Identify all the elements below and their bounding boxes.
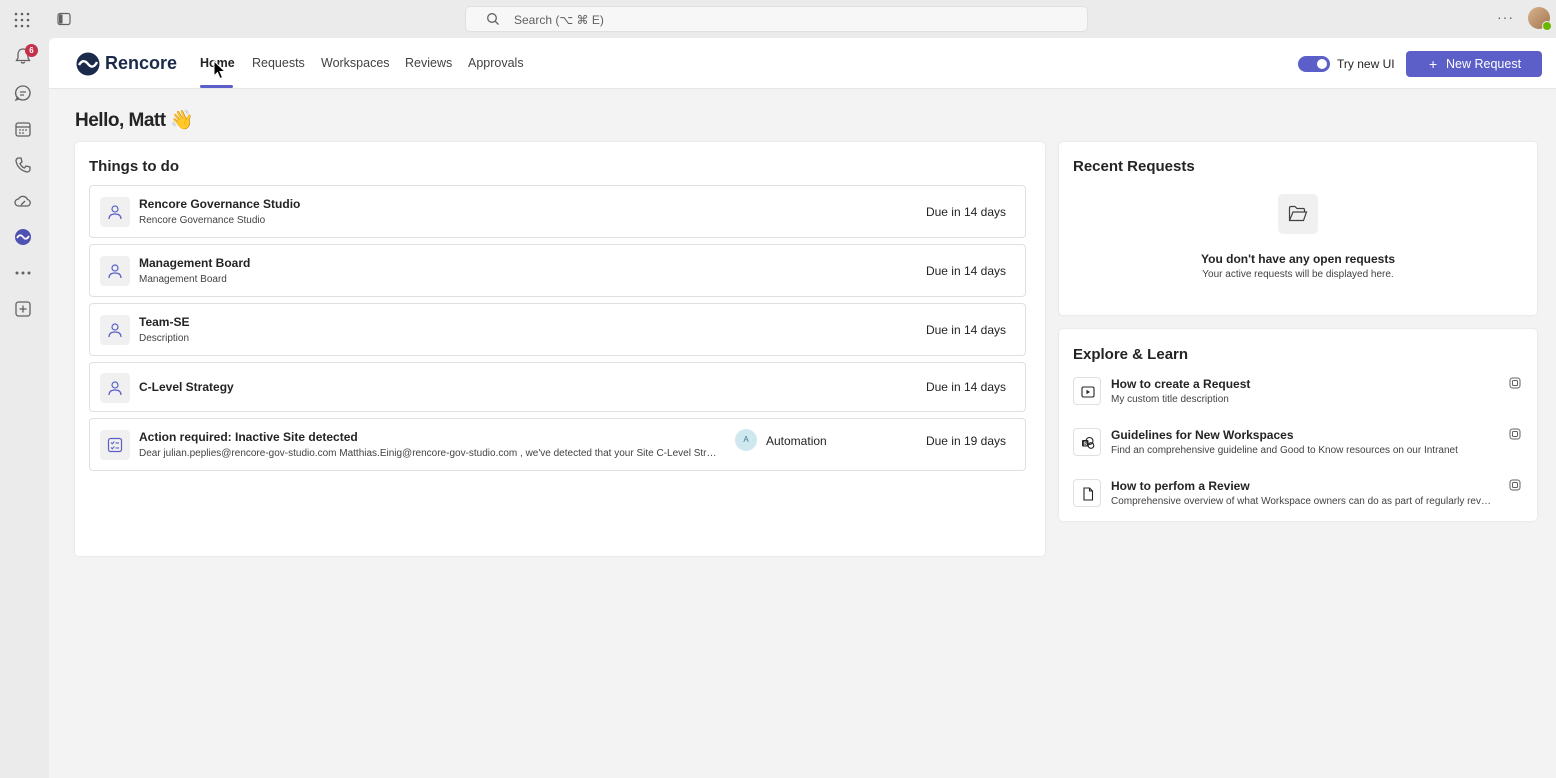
app-rail	[0, 38, 49, 778]
learn-item[interactable]: How to create a Request My custom title …	[1073, 377, 1521, 417]
recent-requests-card: Recent Requests You don't have any open …	[1059, 142, 1537, 315]
todo-item-description: Description	[139, 333, 190, 344]
learn-item-description: My custom title description	[1111, 394, 1229, 405]
add-app-icon[interactable]	[13, 299, 33, 319]
folder-open-icon	[1278, 194, 1318, 234]
toggle-knob	[1317, 59, 1327, 69]
search-placeholder: Search (⌥ ⌘ E)	[514, 13, 604, 27]
user-avatar[interactable]	[1528, 7, 1552, 31]
svg-text:S: S	[1083, 441, 1087, 447]
empty-state-subtitle: Your active requests will be displayed h…	[1202, 269, 1394, 280]
new-request-label: New Request	[1446, 57, 1522, 71]
todo-item-due: Due in 19 days	[925, 434, 1006, 448]
todo-item-title: Team-SE	[139, 315, 190, 329]
mouse-cursor-icon	[213, 60, 227, 80]
external-link-icon[interactable]	[1509, 377, 1521, 389]
active-tab-indicator	[200, 85, 233, 88]
things-to-do-card: Things to do Rencore Governance Studio R…	[75, 142, 1045, 556]
todo-item[interactable]: Team-SE Description Due in 14 days	[89, 303, 1026, 356]
chat-icon[interactable]	[13, 83, 33, 103]
tab-reviews[interactable]: Reviews	[405, 56, 452, 70]
rencore-app-icon[interactable]	[13, 227, 33, 247]
search-icon	[487, 13, 499, 25]
app-header: Rencore Home Requests Workspaces Reviews…	[49, 38, 1556, 89]
presence-status-icon	[1542, 21, 1552, 31]
app-launcher-icon[interactable]	[14, 12, 30, 28]
todo-item-title: Rencore Governance Studio	[139, 197, 301, 211]
todo-item[interactable]: Management Board Management Board Due in…	[89, 244, 1026, 297]
sidebar-toggle-icon[interactable]	[57, 12, 71, 26]
learn-item-description: Find an comprehensive guideline and Good…	[1111, 445, 1458, 456]
todo-item-description: Rencore Governance Studio	[139, 215, 266, 226]
todo-item[interactable]: Action required: Inactive Site detected …	[89, 418, 1026, 471]
notification-count-badge: 6	[25, 44, 38, 57]
empty-state-title: You don't have any open requests	[1201, 252, 1395, 266]
sharepoint-icon: S	[1073, 428, 1101, 456]
group-icon	[100, 197, 130, 227]
todo-item-title: Action required: Inactive Site detected	[139, 430, 358, 444]
calendar-icon[interactable]	[13, 119, 33, 139]
assignee-name: Automation	[766, 434, 827, 448]
rencore-app: Rencore Home Requests Workspaces Reviews…	[49, 38, 1556, 778]
explore-learn-title: Explore & Learn	[1073, 346, 1189, 363]
checklist-icon	[100, 430, 130, 460]
greeting-heading: Hello, Matt 👋	[75, 110, 194, 131]
video-icon	[1073, 377, 1101, 405]
things-to-do-title: Things to do	[89, 158, 179, 175]
brand-name: Rencore	[105, 53, 178, 73]
explore-learn-card: Explore & Learn How to create a Request …	[1059, 329, 1537, 521]
todo-item-description: Management Board	[139, 274, 227, 285]
phone-icon[interactable]	[13, 155, 33, 175]
new-ui-toggle-label: Try new UI	[1337, 57, 1395, 71]
learn-item[interactable]: S Guidelines for New Workspaces Find an …	[1073, 428, 1521, 468]
tab-requests[interactable]: Requests	[252, 56, 305, 70]
more-options-icon[interactable]: ···	[1497, 9, 1514, 25]
search-input[interactable]: Search (⌥ ⌘ E)	[465, 6, 1088, 32]
learn-item-title: How to perfom a Review	[1111, 479, 1250, 493]
todo-item-due: Due in 14 days	[925, 205, 1006, 219]
cloud-icon[interactable]	[13, 191, 33, 211]
todo-item-description: Dear julian.peplies@rencore-gov-studio.c…	[139, 448, 721, 459]
plus-icon: +	[1429, 56, 1438, 72]
external-link-icon[interactable]	[1509, 479, 1521, 491]
todo-item[interactable]: Rencore Governance Studio Rencore Govern…	[89, 185, 1026, 238]
recent-requests-title: Recent Requests	[1073, 158, 1195, 175]
todo-item-due: Due in 14 days	[925, 264, 1006, 278]
rencore-logo-icon	[76, 52, 100, 76]
group-icon	[100, 373, 130, 403]
new-ui-toggle[interactable]	[1298, 56, 1330, 72]
learn-item-title: Guidelines for New Workspaces	[1111, 428, 1294, 442]
document-icon	[1073, 479, 1101, 507]
more-apps-icon[interactable]	[13, 263, 33, 283]
todo-item[interactable]: C-Level Strategy Due in 14 days	[89, 362, 1026, 412]
learn-item[interactable]: How to perfom a Review Comprehensive ove…	[1073, 479, 1521, 519]
tab-approvals[interactable]: Approvals	[468, 56, 524, 70]
teams-top-bar: Search (⌥ ⌘ E) ···	[0, 0, 1556, 38]
learn-item-description: Comprehensive overview of what Workspace…	[1111, 496, 1491, 507]
external-link-icon[interactable]	[1509, 428, 1521, 440]
todo-item-due: Due in 14 days	[925, 323, 1006, 337]
group-icon	[100, 256, 130, 286]
todo-item-due: Due in 14 days	[925, 380, 1006, 394]
new-request-button[interactable]: + New Request	[1406, 51, 1542, 77]
tab-workspaces[interactable]: Workspaces	[321, 56, 390, 70]
todo-item-title: C-Level Strategy	[139, 380, 234, 394]
learn-item-title: How to create a Request	[1111, 377, 1251, 391]
assignee-avatar: A	[735, 429, 757, 451]
group-icon	[100, 315, 130, 345]
todo-item-title: Management Board	[139, 256, 251, 270]
